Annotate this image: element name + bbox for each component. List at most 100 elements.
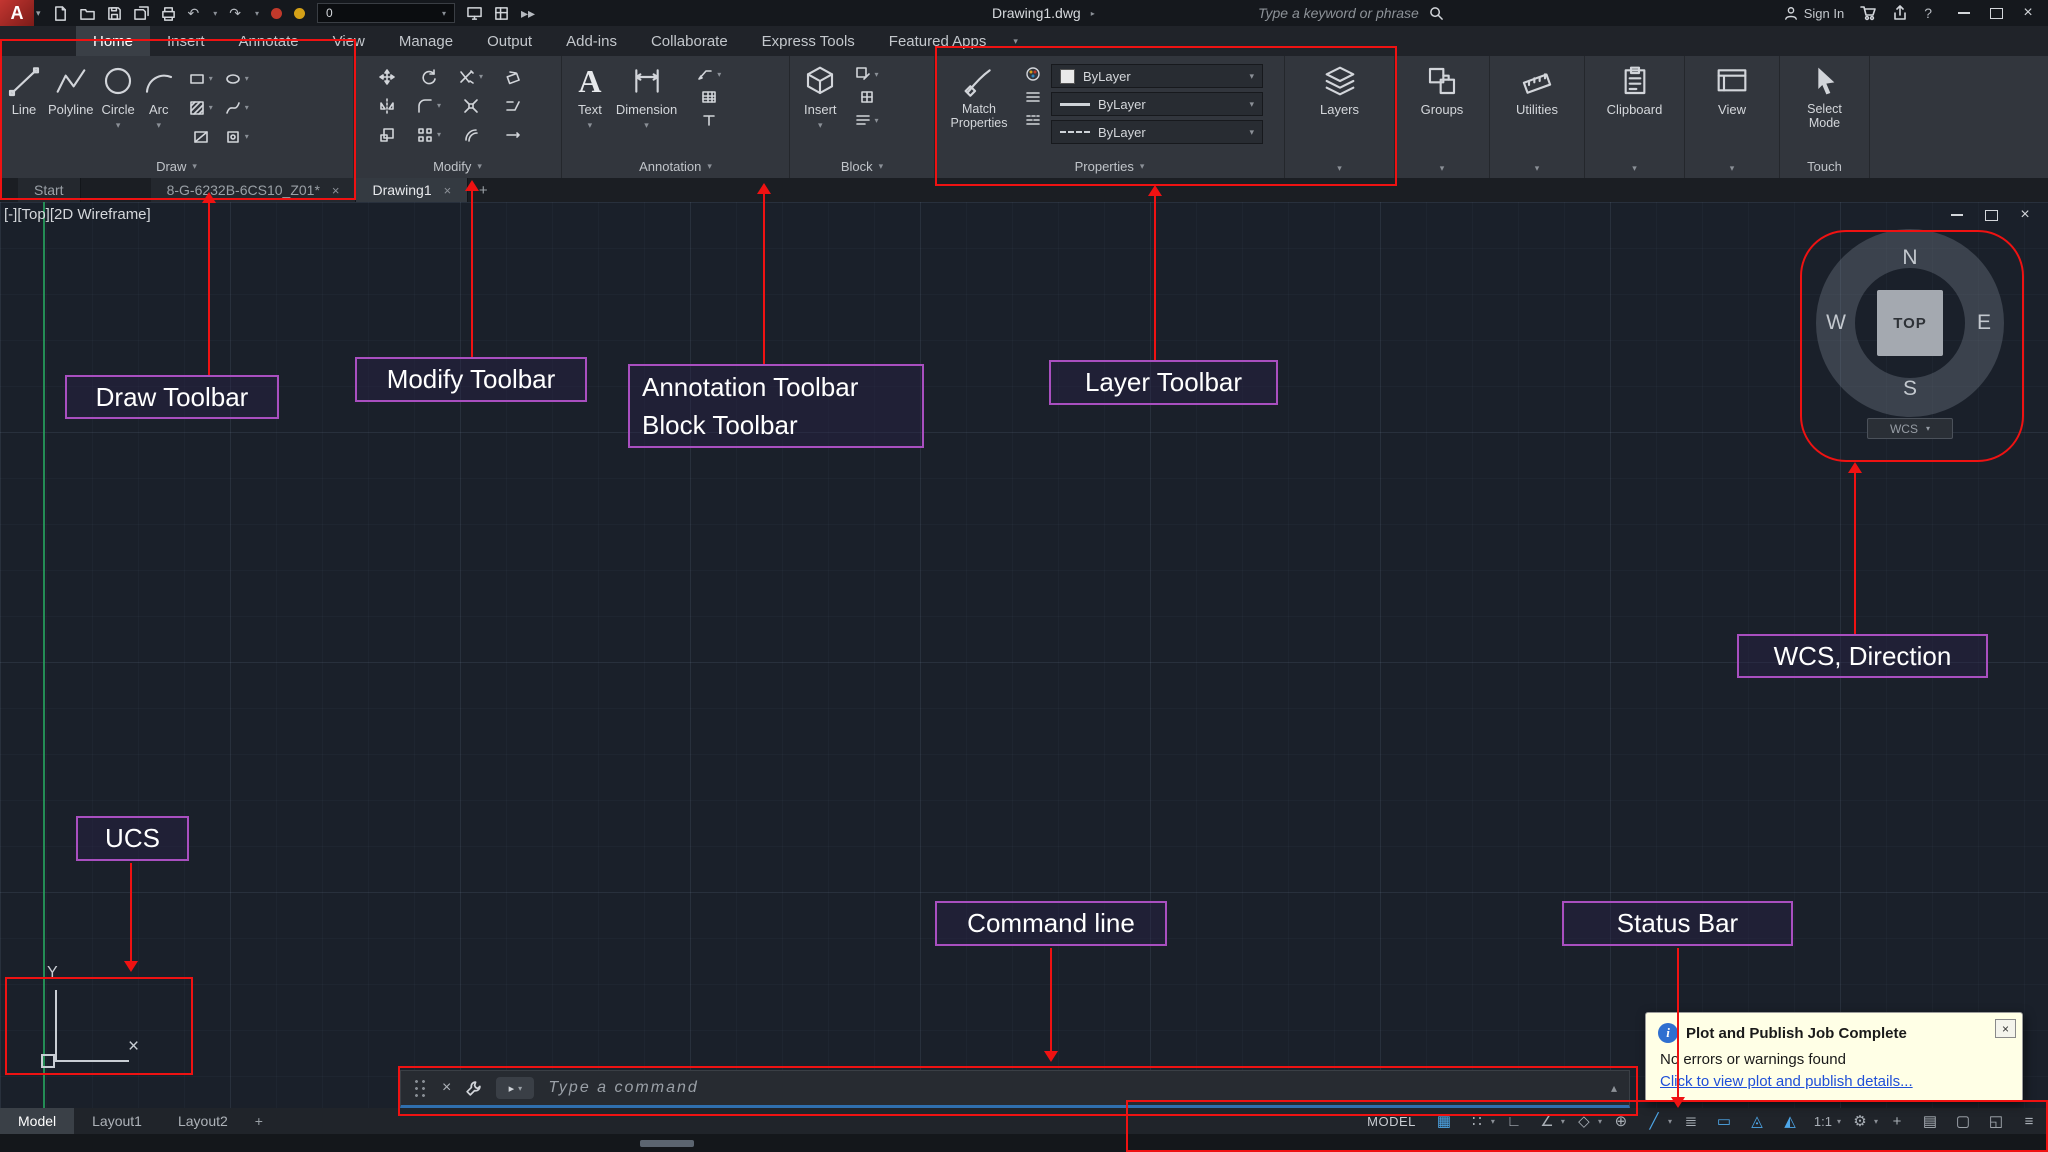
notification-details-link[interactable]: Click to view plot and publish details..… [1660, 1073, 1913, 1090]
command-history-toggle-icon[interactable]: ▴ [1611, 1081, 1617, 1095]
line-button[interactable]: Line [8, 56, 40, 117]
status-annotation-monitor-icon[interactable]: + [1882, 1109, 1912, 1133]
utilities-panel-caret[interactable]: ▾ [1490, 163, 1584, 174]
viewport-controls-label[interactable]: [-][Top][2D Wireframe] [4, 206, 151, 223]
select-mode-button[interactable]: Select Mode [1794, 56, 1856, 130]
save-icon[interactable] [107, 6, 122, 21]
monitor-icon[interactable] [467, 6, 482, 21]
isodraft-caret-icon[interactable]: ▾ [1598, 1117, 1602, 1126]
ribbon-tab-featured-apps[interactable]: Featured Apps [872, 26, 1004, 56]
viewcube-south[interactable]: S [1903, 377, 1917, 401]
annotation-panel-label[interactable]: Annotation ▾ [562, 159, 789, 174]
edit-attribute-tool-icon[interactable]: ▾ [855, 66, 879, 82]
status-grid-mode-icon[interactable]: ▦ [1429, 1109, 1459, 1133]
lineweight-dropdown[interactable]: ByLayer ▾ [1051, 92, 1263, 116]
gradient-tool-icon[interactable] [183, 122, 219, 151]
plot-icon[interactable] [161, 6, 176, 21]
ribbon-options-caret-icon[interactable]: ▾ [1003, 26, 1028, 56]
spline-tool-icon[interactable]: ▾ [219, 93, 255, 122]
new-file-icon[interactable] [53, 5, 68, 21]
erase-tool-icon[interactable] [492, 62, 534, 91]
save-as-icon[interactable] [133, 5, 149, 21]
qat-expand-icon[interactable]: ▸▸ [521, 5, 535, 22]
color-palette-icon[interactable] [1025, 66, 1041, 82]
modify-panel-label[interactable]: Modify ▾ [354, 159, 561, 174]
ribbon-tab-addins[interactable]: Add-ins [549, 26, 634, 56]
share-icon[interactable] [1892, 5, 1908, 21]
scale-tool-icon[interactable] [366, 120, 408, 149]
view-button[interactable]: View [1716, 56, 1748, 117]
viewcube-top-face[interactable]: TOP [1877, 290, 1943, 356]
text-caret-icon[interactable]: ▾ [588, 120, 593, 131]
status-polar-tracking-icon[interactable]: ∠ [1532, 1109, 1562, 1133]
status-annotation-visibility-icon[interactable]: ◬ [1742, 1109, 1772, 1133]
app-logo[interactable]: A [0, 0, 34, 26]
linetype-list-icon[interactable] [1025, 112, 1041, 128]
leader-tool-icon[interactable]: ▾ [697, 66, 721, 82]
ribbon-tab-express-tools[interactable]: Express Tools [745, 26, 872, 56]
new-layout-button[interactable]: + [246, 1108, 272, 1134]
lineweight-list-icon[interactable] [1025, 89, 1041, 105]
app-menu-caret-icon[interactable]: ▾ [36, 8, 41, 19]
viewport-restore-button[interactable] [1976, 205, 2006, 225]
status-ortho-mode-icon[interactable]: ∟ [1499, 1109, 1529, 1133]
workspace-caret-icon[interactable]: ▾ [1874, 1117, 1878, 1126]
lengthen-tool-icon[interactable] [492, 120, 534, 149]
layers-button[interactable]: Layers [1320, 56, 1359, 117]
window-restore-button[interactable] [1980, 0, 2012, 26]
search-box[interactable]: Type a keyword or phrase [1258, 0, 1444, 26]
status-plot-icon[interactable]: ▤ [1915, 1109, 1945, 1133]
wcs-dropdown[interactable]: WCS ▾ [1867, 418, 1953, 439]
dimension-button[interactable]: Dimension ▾ [616, 56, 677, 131]
draw-panel-label[interactable]: Draw ▾ [0, 159, 353, 174]
layout-tab-model[interactable]: Model [0, 1108, 75, 1134]
match-properties-button[interactable]: Match Properties [943, 56, 1015, 130]
status-workspace-switching-icon[interactable]: ⚙ [1845, 1109, 1875, 1133]
layout-tab-layout1[interactable]: Layout1 [74, 1108, 160, 1134]
linetype-dropdown[interactable]: ByLayer ▾ [1051, 120, 1263, 144]
layers-panel-caret[interactable]: ▾ [1285, 163, 1394, 174]
utilities-button[interactable]: Utilities [1516, 56, 1558, 117]
status-object-snap-icon[interactable]: ╱ [1639, 1109, 1669, 1133]
properties-panel-label[interactable]: Properties ▾ [935, 159, 1284, 174]
viewcube-north[interactable]: N [1902, 246, 1917, 270]
file-tab-drawing-a[interactable]: 8-G-6232B-6CS10_Z01* × [150, 178, 357, 202]
block-panel-label[interactable]: Block ▾ [790, 159, 934, 174]
snap-caret-icon[interactable]: ▾ [1491, 1117, 1495, 1126]
command-bar-grip-icon[interactable] [413, 1077, 428, 1099]
clipboard-panel-caret[interactable]: ▾ [1585, 163, 1684, 174]
file-tab-drawing1[interactable]: Drawing1 × [356, 178, 469, 202]
viewcube-west[interactable]: W [1826, 311, 1846, 335]
polyline-button[interactable]: Polyline [48, 56, 94, 117]
command-bar-close-icon[interactable]: × [442, 1079, 451, 1097]
insert-caret-icon[interactable]: ▾ [818, 120, 823, 131]
file-tab-start[interactable]: Start [18, 178, 81, 202]
viewport-close-button[interactable]: × [2010, 205, 2040, 225]
offset-tool-icon[interactable] [450, 120, 492, 149]
status-annotation-autoscale-icon[interactable]: ◭ [1775, 1109, 1805, 1133]
redo-caret-icon[interactable]: ▾ [255, 9, 259, 18]
help-icon[interactable]: ? [1924, 5, 1932, 21]
rotate-tool-icon[interactable] [408, 62, 450, 91]
undo-caret-icon[interactable]: ▾ [213, 9, 217, 18]
layer-quick-selector[interactable]: 0 ▾ [317, 3, 456, 23]
window-minimize-button[interactable] [1948, 0, 1980, 26]
create-block-tool-icon[interactable] [855, 89, 879, 105]
arc-caret-icon[interactable]: ▾ [157, 120, 162, 131]
rectangle-tool-icon[interactable]: ▾ [183, 64, 219, 93]
status-lineweight-icon[interactable]: ≣ [1676, 1109, 1706, 1133]
sign-in-button[interactable]: Sign In [1784, 6, 1844, 21]
mirror-tool-icon[interactable] [366, 91, 408, 120]
layer-caret-icon[interactable]: ▾ [442, 9, 446, 18]
notification-close-button[interactable]: × [1995, 1019, 2016, 1038]
dimension-caret-icon[interactable]: ▾ [644, 120, 649, 131]
ribbon-tab-output[interactable]: Output [470, 26, 549, 56]
insert-button[interactable]: Insert ▾ [804, 56, 837, 131]
file-tab-a-close-icon[interactable]: × [332, 183, 340, 198]
search-icon[interactable] [1429, 6, 1444, 21]
open-folder-icon[interactable] [79, 6, 95, 21]
osnap-caret-icon[interactable]: ▾ [1668, 1117, 1672, 1126]
ellipse-tool-icon[interactable]: ▾ [219, 64, 255, 93]
ribbon-tab-view[interactable]: View [316, 26, 382, 56]
table-tool-icon[interactable] [697, 89, 721, 105]
